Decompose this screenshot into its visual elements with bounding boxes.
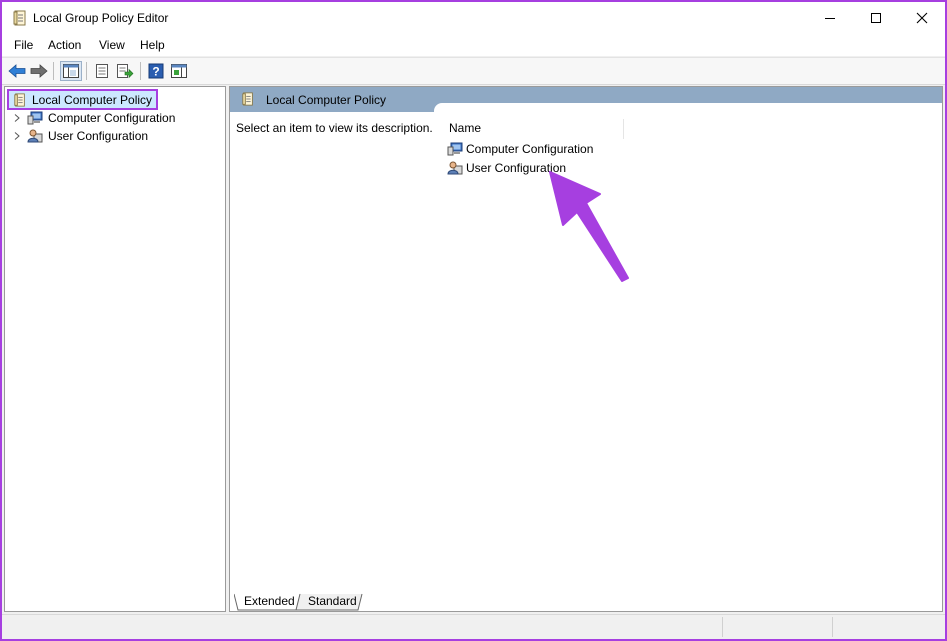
toolbar-separator (86, 62, 87, 80)
computer-icon (27, 111, 43, 125)
forward-button[interactable] (29, 61, 49, 81)
description-text: Select an item to view its description. (236, 121, 433, 135)
help-icon: ? (148, 63, 164, 79)
show-hide-tree-icon (63, 64, 79, 78)
title-bar: Local Group Policy Editor (2, 2, 945, 34)
status-divider (832, 617, 833, 637)
column-header-label: Name (449, 121, 482, 135)
window-title: Local Group Policy Editor (33, 11, 169, 25)
close-button[interactable] (899, 2, 945, 34)
status-bar (2, 614, 945, 639)
tree-item-user-configuration[interactable]: User Configuration (11, 127, 148, 145)
toolbar-separator (53, 62, 54, 80)
export-list-icon (117, 64, 134, 79)
details-header-title: Local Computer Policy (266, 93, 387, 107)
menu-bar: File Action View Help (2, 34, 945, 56)
toolbar-separator (140, 62, 141, 80)
menu-file[interactable]: File (14, 38, 33, 52)
tab-extended[interactable]: Extended (244, 594, 295, 611)
properties-icon (96, 64, 108, 78)
show-hide-action-pane-icon (171, 64, 187, 78)
annotation-arrow-icon (549, 171, 629, 282)
minimize-button[interactable] (807, 2, 853, 34)
list-item-label: Computer Configuration (466, 142, 594, 156)
back-icon (8, 64, 26, 78)
chevron-right-icon[interactable] (11, 132, 23, 140)
maximize-button[interactable] (853, 2, 899, 34)
tree-item-computer-configuration[interactable]: Computer Configuration (11, 109, 175, 127)
column-header-name[interactable]: Name (449, 119, 624, 139)
close-icon (916, 12, 928, 24)
toolbar: ? (2, 57, 945, 85)
show-hide-action-pane-button[interactable] (169, 61, 189, 81)
minimize-icon (825, 18, 835, 19)
help-button[interactable]: ? (146, 61, 166, 81)
back-button[interactable] (7, 61, 27, 81)
details-pane: Local Computer Policy Select an item to … (229, 86, 943, 612)
menu-view[interactable]: View (99, 38, 125, 52)
menu-action[interactable]: Action (48, 38, 81, 52)
tree-item-label: Computer Configuration (48, 111, 176, 125)
main-window: Local Group Policy Editor File Action Vi… (2, 2, 945, 639)
policy-icon (13, 92, 27, 107)
user-icon (27, 129, 43, 143)
properties-button[interactable] (92, 61, 112, 81)
svg-text:?: ? (152, 65, 159, 79)
header-notch (434, 103, 942, 112)
computer-icon (447, 142, 463, 156)
tree-root-label: Local Computer Policy (32, 92, 153, 107)
details-header: Local Computer Policy (230, 87, 942, 112)
status-divider (722, 617, 723, 637)
show-hide-tree-button[interactable] (60, 61, 82, 81)
maximize-icon (871, 13, 881, 23)
chevron-right-icon[interactable] (11, 114, 23, 122)
tree-item-label: User Configuration (48, 129, 149, 143)
tree-pane: Local Computer Policy Computer Configura… (4, 86, 226, 612)
policy-icon (241, 92, 255, 109)
export-list-button[interactable] (115, 61, 135, 81)
tree-root-local-computer-policy[interactable]: Local Computer Policy (7, 89, 158, 110)
menu-help[interactable]: Help (140, 38, 165, 52)
policy-icon (12, 10, 28, 29)
list-item-computer-configuration[interactable]: Computer Configuration (447, 140, 593, 158)
user-icon (447, 161, 463, 175)
tab-standard[interactable]: Standard (308, 594, 357, 611)
forward-icon (30, 64, 48, 78)
